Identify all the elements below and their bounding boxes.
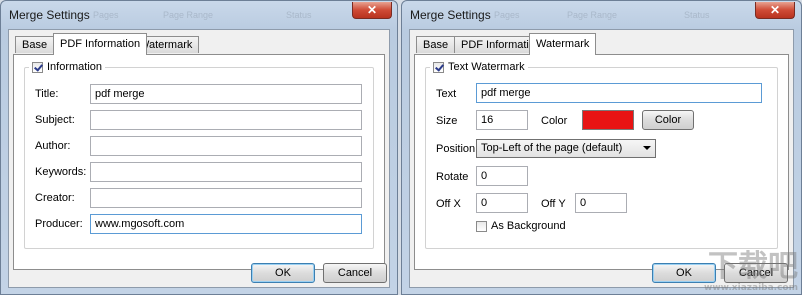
rotate-field[interactable]: 0 xyxy=(476,166,528,186)
title-label: Title: xyxy=(35,88,59,100)
producer-field[interactable]: www.mgosoft.com xyxy=(90,214,362,234)
tab-watermark[interactable]: Watermark xyxy=(529,33,597,55)
cancel-button[interactable]: Cancel xyxy=(323,263,387,283)
producer-label: Producer: xyxy=(35,218,83,230)
text-watermark-group: Text Watermark Text pdf merge Size 16 Co… xyxy=(425,61,778,249)
tab-panel: Text Watermark Text pdf merge Size 16 Co… xyxy=(414,54,789,270)
size-label: Size xyxy=(436,115,458,127)
creator-label: Creator: xyxy=(35,192,75,204)
information-label: Information xyxy=(47,61,103,73)
position-label: Position xyxy=(436,143,476,155)
close-icon: ✕ xyxy=(769,3,781,17)
text-watermark-checkbox[interactable] xyxy=(433,61,444,73)
tab-pdf-information[interactable]: PDF Information xyxy=(53,33,148,55)
tab-base[interactable]: Base xyxy=(15,36,55,53)
group-legend[interactable]: Text Watermark xyxy=(430,61,528,73)
information-group: Information Title: pdf merge Subject: Au… xyxy=(24,61,374,249)
merge-settings-dialog-info: Merge Settings Pages Page Range Status ✕… xyxy=(0,0,398,295)
watermark-url: www.xiazaiba.com xyxy=(704,283,798,293)
ghost-label: Status xyxy=(684,10,710,20)
ghost-label: Page Range xyxy=(163,10,214,20)
text-watermark-label: Text Watermark xyxy=(448,61,525,73)
offy-field[interactable]: 0 xyxy=(575,193,627,213)
title-bar[interactable]: Merge Settings Pages Page Range Status ✕ xyxy=(1,1,397,29)
keywords-field[interactable] xyxy=(90,162,362,182)
information-checkbox[interactable] xyxy=(32,61,43,73)
title-bar[interactable]: Merge Settings Pages Page Range Status ✕ xyxy=(402,1,801,29)
as-background-label: As Background xyxy=(491,220,566,232)
offx-label: Off X xyxy=(436,198,461,210)
ghost-label: Pages xyxy=(494,10,520,20)
site-watermark: 下载吧 www.xiazaiba.com xyxy=(704,249,798,294)
as-background-checkbox[interactable] xyxy=(476,220,487,232)
tab-base[interactable]: Base xyxy=(416,36,456,53)
position-select[interactable]: Top-Left of the page (default) xyxy=(476,139,656,158)
position-value: Top-Left of the page (default) xyxy=(481,142,623,154)
ghost-label: Pages xyxy=(93,10,119,20)
subject-field[interactable] xyxy=(90,110,362,130)
offy-label: Off Y xyxy=(541,198,566,210)
group-legend[interactable]: Information xyxy=(29,61,106,73)
title-field[interactable]: pdf merge xyxy=(90,84,362,104)
window-title: Merge Settings xyxy=(9,8,90,22)
subject-label: Subject: xyxy=(35,114,75,126)
author-label: Author: xyxy=(35,140,71,152)
text-label: Text xyxy=(436,88,457,100)
close-button[interactable]: ✕ xyxy=(352,2,392,19)
ghost-label: Page Range xyxy=(567,10,618,20)
color-swatch xyxy=(582,110,634,130)
watermark-main: 下载吧 xyxy=(708,249,798,284)
chevron-down-icon xyxy=(643,146,651,150)
ghost-label: Status xyxy=(286,10,312,20)
as-background-option[interactable]: As Background xyxy=(476,220,566,232)
size-field[interactable]: 16 xyxy=(476,110,528,130)
dialog-client: Base PDF Information Watermark Informati… xyxy=(8,29,390,288)
color-button[interactable]: Color xyxy=(642,110,694,130)
keywords-label: Keywords: xyxy=(35,166,87,178)
close-button[interactable]: ✕ xyxy=(755,2,795,19)
rotate-label: Rotate xyxy=(436,171,469,183)
text-field[interactable]: pdf merge xyxy=(476,83,762,103)
close-icon: ✕ xyxy=(366,3,378,17)
tab-panel: Information Title: pdf merge Subject: Au… xyxy=(13,54,385,270)
author-field[interactable] xyxy=(90,136,362,156)
creator-field[interactable] xyxy=(90,188,362,208)
window-title: Merge Settings xyxy=(410,8,491,22)
ok-button[interactable]: OK xyxy=(251,263,315,283)
color-label: Color xyxy=(541,115,568,127)
offx-field[interactable]: 0 xyxy=(476,193,528,213)
